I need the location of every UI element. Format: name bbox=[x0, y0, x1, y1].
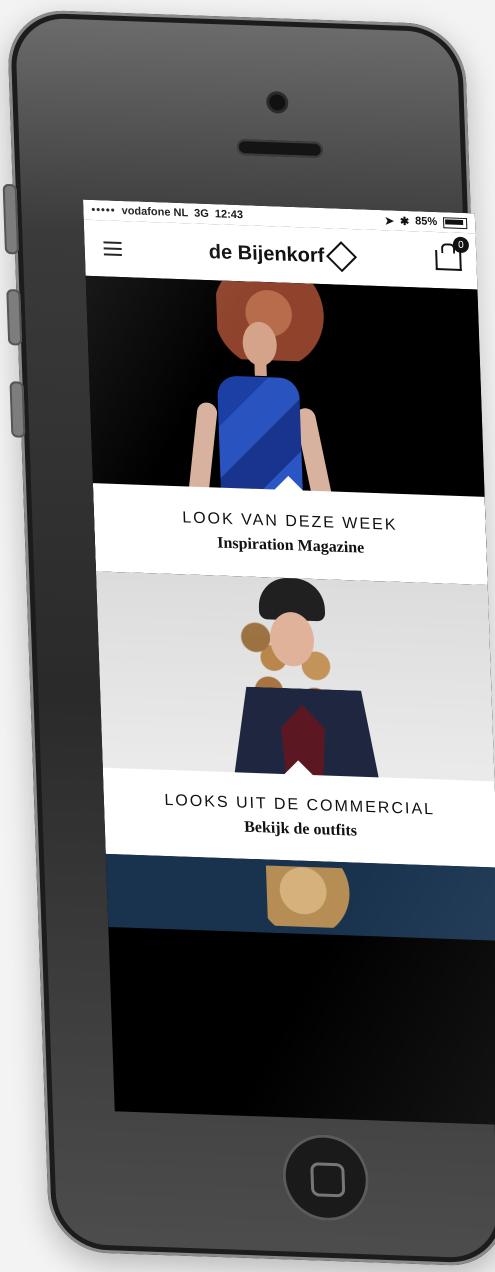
brand-logo[interactable]: de Bijenkorf bbox=[208, 240, 357, 273]
model-neck bbox=[254, 359, 267, 377]
feature-looks-uit-de-commercial[interactable]: LOOKS UIT DE COMMERCIAL Bekijk de outfit… bbox=[95, 571, 495, 868]
phone-screen: ••••• vodafone NL 3G 12:43 ➤ ✱ 85% de Bi… bbox=[83, 199, 495, 1126]
volume-up-button bbox=[6, 289, 23, 346]
front-camera bbox=[268, 94, 286, 111]
bluetooth-icon: ✱ bbox=[399, 215, 410, 228]
content-feed: LOOK VAN DEZE WEEK Inspiration Magazine … bbox=[85, 275, 495, 1125]
cart-badge: 0 bbox=[452, 236, 470, 254]
menu-button[interactable] bbox=[98, 234, 127, 263]
brand-name: de Bijenkorf bbox=[208, 240, 325, 267]
shopping-bag-icon: 0 bbox=[435, 236, 470, 271]
model-hair bbox=[215, 280, 349, 364]
feature-label-panel: LOOK VAN DEZE WEEK Inspiration Magazine bbox=[92, 475, 488, 586]
iphone-device: ••••• vodafone NL 3G 12:43 ➤ ✱ 85% de Bi… bbox=[2, 8, 495, 1268]
phone-scene: ••••• vodafone NL 3G 12:43 ➤ ✱ 85% de Bi… bbox=[0, 0, 495, 1272]
feature-title: LOOK VAN DEZE WEEK bbox=[181, 509, 398, 534]
home-icon bbox=[310, 1162, 346, 1198]
network-type: 3G bbox=[193, 207, 210, 221]
location-icon: ➤ bbox=[384, 214, 395, 228]
feature-label-panel: LOOKS UIT DE COMMERCIAL Bekijk de outfit… bbox=[102, 760, 495, 868]
status-left: ••••• vodafone NL 3G 12:43 bbox=[91, 204, 243, 221]
feature-next-preview[interactable] bbox=[105, 853, 495, 941]
status-right: ➤ ✱ 85% bbox=[384, 214, 468, 230]
feature-subtitle: Bekijk de outfits bbox=[243, 818, 358, 840]
menu-icon bbox=[103, 241, 122, 257]
battery-percent: 85% bbox=[414, 215, 438, 229]
volume-down-button bbox=[9, 381, 26, 438]
next-model-hair bbox=[265, 865, 372, 930]
home-button[interactable] bbox=[281, 1133, 371, 1223]
feature-look-van-deze-week[interactable]: LOOK VAN DEZE WEEK Inspiration Magazine bbox=[85, 275, 488, 586]
feature-subtitle: Inspiration Magazine bbox=[216, 534, 365, 557]
battery-icon bbox=[442, 216, 468, 229]
earpiece-speaker bbox=[236, 138, 324, 159]
carrier-name: vodafone NL bbox=[121, 204, 189, 220]
mute-switch bbox=[2, 183, 20, 255]
cart-button[interactable]: 0 bbox=[434, 236, 470, 275]
signal-strength: ••••• bbox=[91, 203, 116, 217]
bijenkorf-logo-icon bbox=[325, 241, 357, 273]
status-time: 12:43 bbox=[214, 208, 244, 222]
feature-title: LOOKS UIT DE COMMERCIAL bbox=[164, 791, 436, 819]
